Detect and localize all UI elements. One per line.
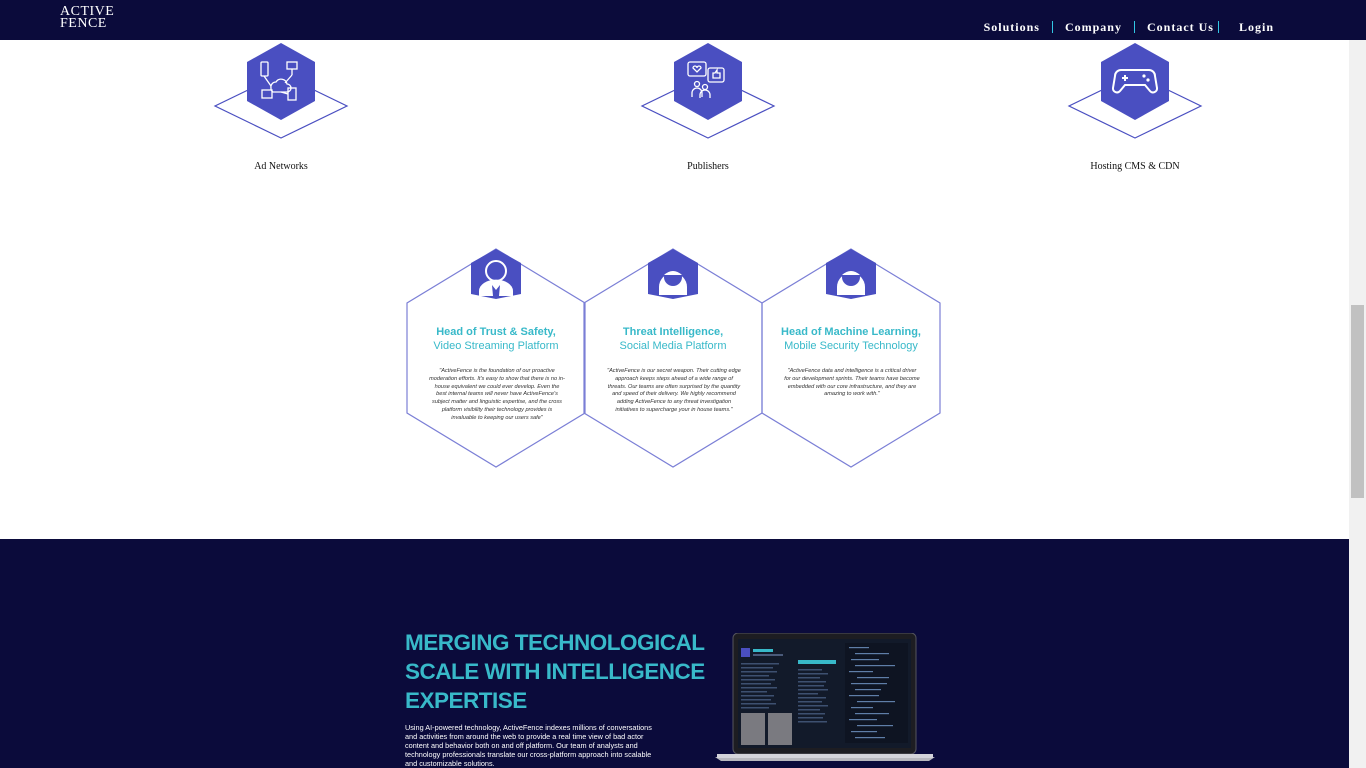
logo-line-2: FENCE xyxy=(60,16,107,31)
testimonial-heading: Head of Trust & Safety, Video Streaming … xyxy=(406,325,586,353)
hexagon-frame xyxy=(406,248,586,468)
merging-body-text: Using AI-powered technology, ActiveFence… xyxy=(405,723,652,768)
headline-line-1: MERGING TECHNOLOGICAL xyxy=(405,630,705,655)
headline-line-2: SCALE WITH INTELLIGENCE xyxy=(405,659,705,684)
hexagon-frame xyxy=(761,248,941,468)
testimonial-card: Head of Machine Learning, Mobile Securit… xyxy=(761,247,941,469)
network-devices-icon xyxy=(213,43,349,139)
testimonial-card: Head of Trust & Safety, Video Streaming … xyxy=(406,247,586,469)
testimonial-subtitle: Mobile Security Technology xyxy=(784,340,918,352)
nav-contact-link[interactable]: Contact Us xyxy=(1135,20,1218,34)
headline-line-3: EXPERTISE xyxy=(405,688,527,713)
industry-label: Ad Networks xyxy=(254,161,308,172)
industry-hosting-cms-cdn[interactable]: Hosting CMS & CDN xyxy=(1065,42,1205,172)
testimonial-title: Head of Trust & Safety, xyxy=(436,326,556,338)
testimonial-quote: "ActiveFence is our secret weapon. Their… xyxy=(607,368,741,413)
gamepad-icon xyxy=(1067,43,1203,139)
scrollbar-thumb[interactable] xyxy=(1351,305,1364,498)
testimonial-title: Threat Intelligence, xyxy=(622,326,724,338)
main-nav: Solutions Company Contact Us Login xyxy=(972,20,1274,34)
merging-headline: MERGING TECHNOLOGICAL SCALE WITH INTELLI… xyxy=(405,628,725,715)
testimonial-subtitle: Video Streaming Platform xyxy=(433,340,559,352)
industry-ad-networks[interactable]: Ad Networks xyxy=(211,42,351,172)
industry-publishers[interactable]: Publishers xyxy=(638,42,778,172)
testimonial-card: Threat Intelligence, Social Media Platfo… xyxy=(583,247,763,469)
testimonial-title: Head of Machine Learning, xyxy=(781,326,921,338)
testimonial-subtitle: Social Media Platform xyxy=(619,340,727,352)
nav-company-link[interactable]: Company xyxy=(1053,20,1134,34)
testimonial-quote: "ActiveFence data and intelligence is a … xyxy=(784,368,920,398)
testimonial-quote: "ActiveFence is the foundation of our pr… xyxy=(429,368,565,421)
nav-login-link[interactable]: Login xyxy=(1219,20,1274,34)
laptop-dashboard-image xyxy=(715,633,935,761)
testimonial-heading: Head of Machine Learning, Mobile Securit… xyxy=(761,325,941,353)
hexagon-frame xyxy=(583,248,763,468)
activefence-logo[interactable]: ACTIVE FENCE xyxy=(60,5,114,31)
industry-label: Hosting CMS & CDN xyxy=(1090,161,1180,172)
industry-label: Publishers xyxy=(687,161,729,172)
nav-solutions-link[interactable]: Solutions xyxy=(972,20,1052,34)
social-chat-icon xyxy=(640,43,776,139)
testimonial-heading: Threat Intelligence, Social Media Platfo… xyxy=(583,325,763,353)
top-navbar: ACTIVE FENCE Solutions Company Contact U… xyxy=(0,0,1366,40)
